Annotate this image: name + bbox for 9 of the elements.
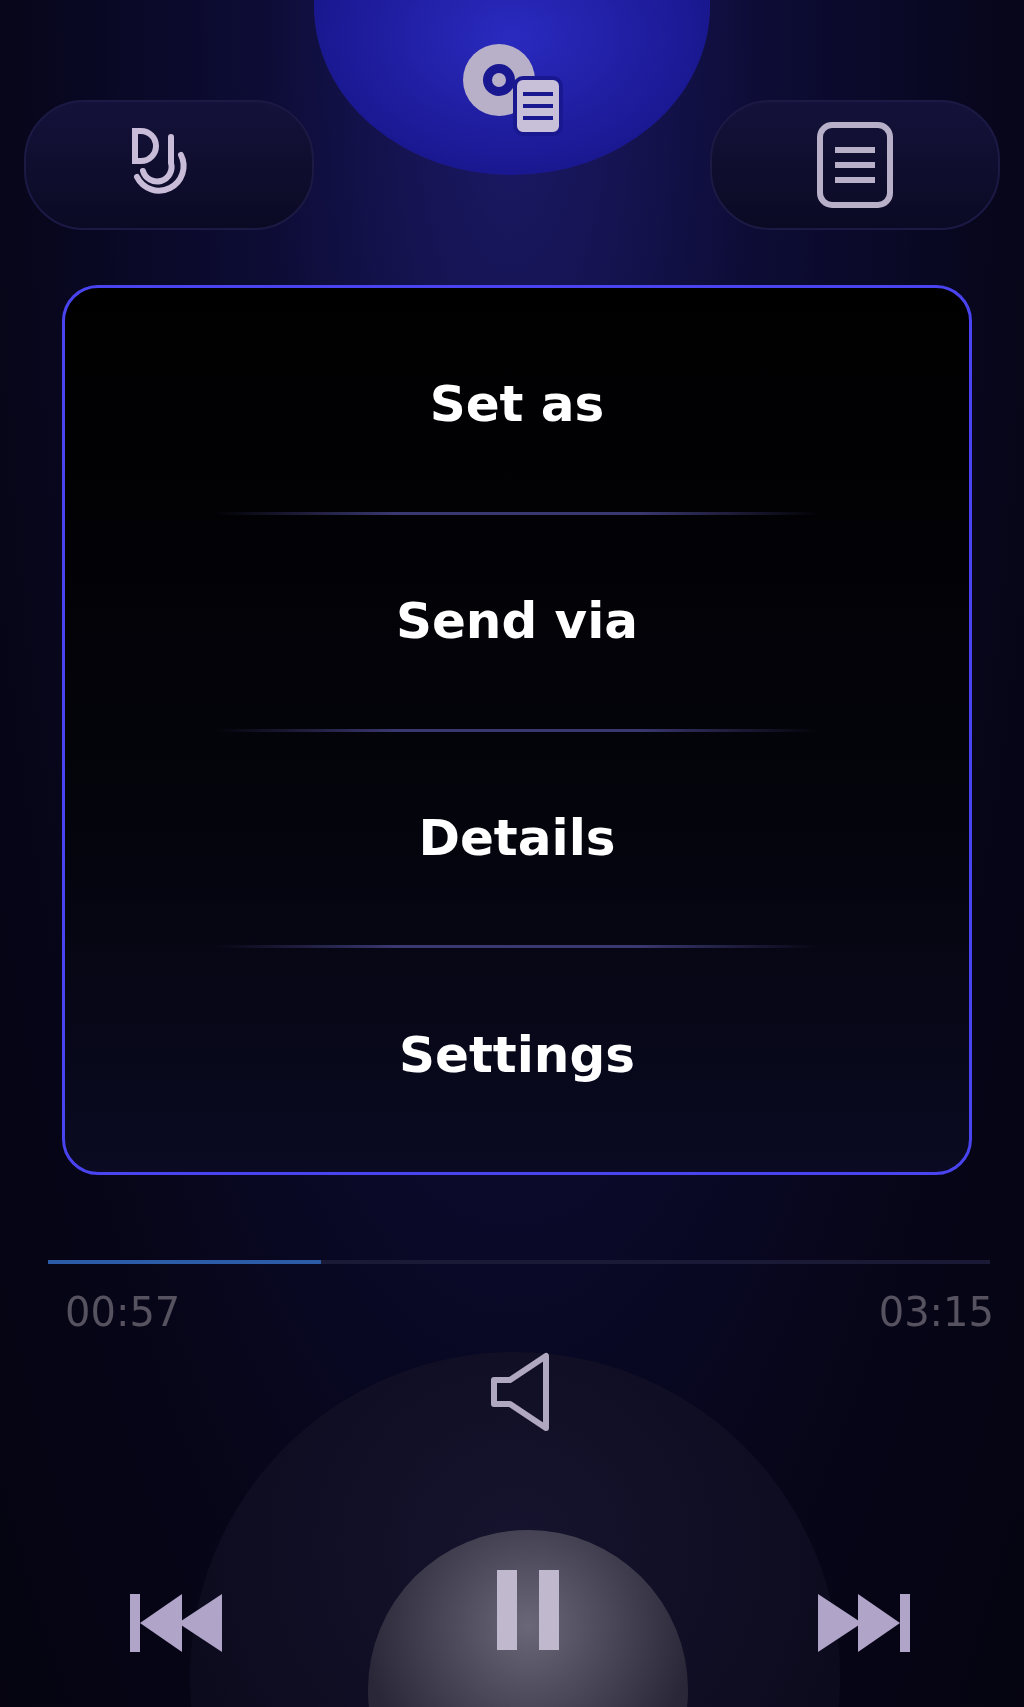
menu-item[interactable]: Details: [65, 731, 969, 946]
menu-item[interactable]: Send via: [65, 514, 969, 729]
elapsed-time: 00:57: [65, 1288, 181, 1337]
total-time: 03:15: [878, 1288, 994, 1337]
menu-item[interactable]: Settings: [65, 948, 969, 1162]
progress-track[interactable]: [48, 1260, 990, 1264]
menu-item[interactable]: Set as: [65, 298, 969, 512]
list-icon: [817, 122, 893, 208]
speaker-icon[interactable]: [490, 1352, 552, 1432]
